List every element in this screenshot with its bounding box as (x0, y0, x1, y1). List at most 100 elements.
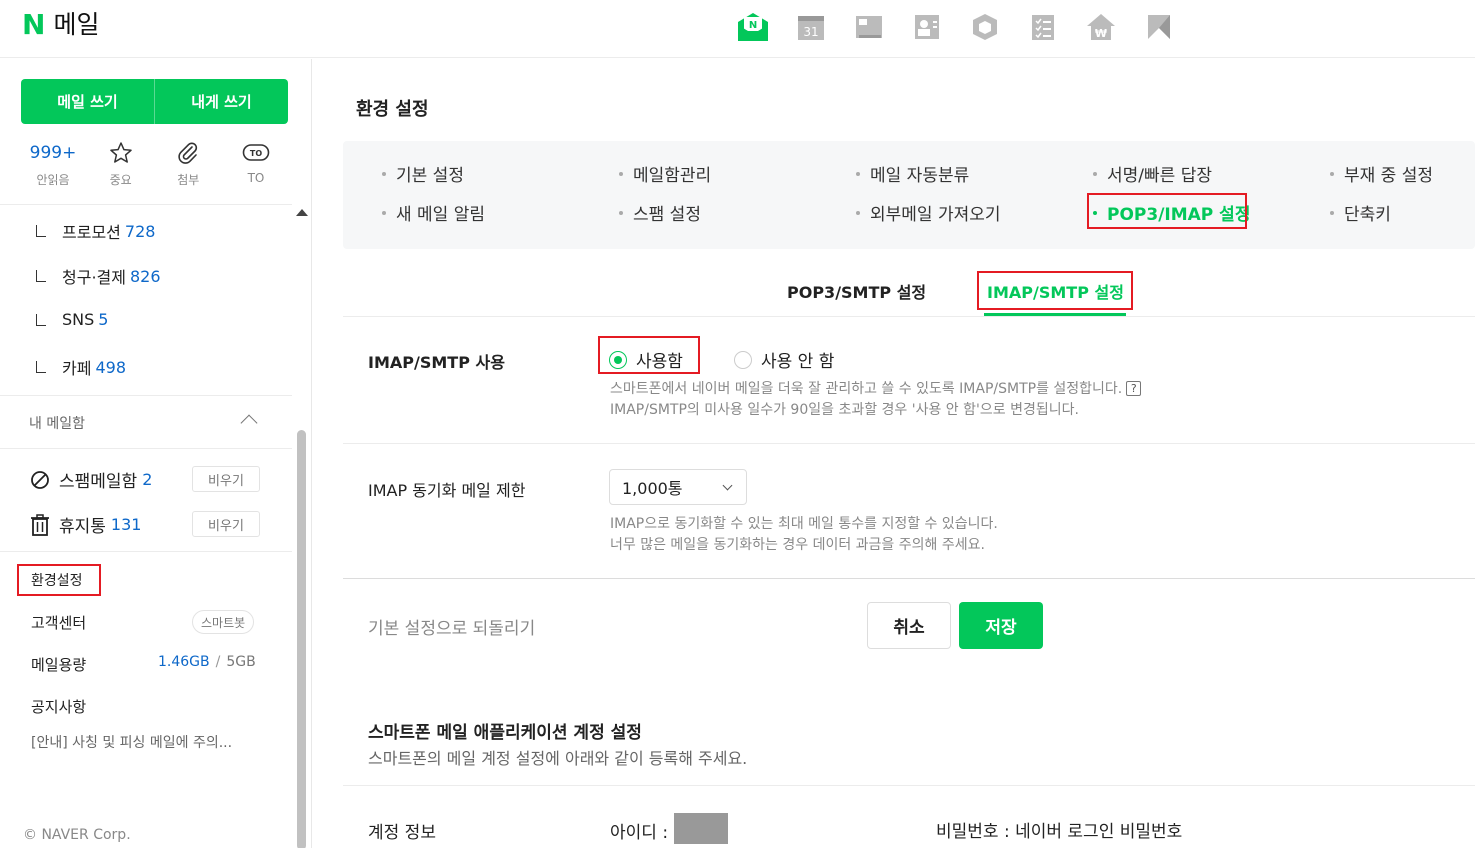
tab-label: 기본 설정 (396, 166, 464, 186)
tab-label: 새 메일 알림 (396, 205, 486, 225)
divider (0, 551, 292, 552)
account-password-info: 비밀번호 : 네이버 로그인 비밀번호 (936, 822, 1183, 842)
quick-filters: 999+ 안읽음 중요 첨부 TO TO (21, 139, 288, 188)
empty-trash-button[interactable]: 비우기 (192, 511, 260, 537)
my-mailbox-header[interactable]: 내 메일함 (29, 413, 85, 433)
tab-signature-reply[interactable]: 서명/빠른 답장 (1093, 161, 1212, 186)
tab-mailbox-management[interactable]: 메일함관리 (619, 161, 711, 186)
empty-spam-button[interactable]: 비우기 (192, 466, 260, 492)
unread-count: 999+ (29, 143, 77, 163)
tab-label: 외부메일 가져오기 (870, 205, 1001, 225)
to-label: TO (247, 171, 265, 185)
chevron-down-icon (722, 480, 733, 491)
unread-filter[interactable]: 999+ 안읽음 (21, 139, 85, 188)
svg-text:₩: ₩ (1095, 27, 1107, 40)
folder-count: 5 (98, 310, 109, 329)
settings-link[interactable]: 환경설정 (31, 570, 83, 590)
to-me-filter[interactable]: TO TO (224, 139, 288, 188)
tab-spam-settings[interactable]: 스팸 설정 (619, 200, 701, 225)
save-button[interactable]: 저장 (959, 602, 1043, 649)
support-link[interactable]: 고객센터 (31, 612, 86, 633)
radio-circle (734, 350, 752, 369)
spam-count: 2 (142, 470, 153, 489)
imap-help-line2: IMAP/SMTP의 미사용 일수가 90일을 초과할 경우 '사용 안 함'으… (610, 402, 1079, 418)
cancel-button[interactable]: 취소 (867, 602, 951, 649)
storage-separator: / (215, 654, 221, 670)
tab-pop3-smtp[interactable]: POP3/SMTP 설정 (787, 279, 926, 303)
app-switcher: N 31 ₩ (736, 10, 1200, 44)
calendar-day: 31 (803, 25, 818, 39)
tab-basic-settings[interactable]: 기본 설정 (382, 161, 464, 186)
folder-count: 826 (129, 266, 161, 286)
tab-new-mail-alert[interactable]: 새 메일 알림 (382, 200, 485, 225)
divider (0, 204, 292, 205)
radio-label: 사용 안 함 (761, 352, 835, 372)
folder-count: 728 (124, 221, 156, 241)
star-icon (109, 142, 132, 163)
tab-shortcuts[interactable]: 단축키 (1330, 200, 1391, 225)
imap-disable-radio[interactable]: 사용 안 함 (734, 347, 834, 372)
folder-cafe[interactable]: 카페 498 (36, 355, 126, 379)
bullet (1330, 210, 1334, 215)
account-id: 아이디 : (610, 813, 729, 844)
note-icon[interactable] (852, 10, 886, 44)
chevron-up-icon[interactable] (240, 414, 258, 432)
bullet (619, 210, 623, 215)
notice-link[interactable]: 공지사항 (31, 696, 86, 717)
mybox-icon[interactable] (968, 10, 1002, 44)
tab-label: 메일함관리 (633, 166, 712, 186)
bullet (856, 210, 860, 215)
divider (0, 448, 292, 449)
notice-headline[interactable]: [안내] 사칭 및 피싱 메일에 주의... (31, 732, 232, 752)
trash-count: 131 (110, 515, 142, 534)
tab-away-settings[interactable]: 부재 중 설정 (1330, 161, 1433, 186)
tab-auto-sort[interactable]: 메일 자동분류 (856, 161, 969, 186)
scroll-up-arrow-icon[interactable] (296, 209, 308, 216)
mail-icon[interactable]: N (736, 10, 770, 44)
sidebar-scrollbar[interactable] (296, 209, 308, 848)
divider (343, 785, 1475, 786)
important-label: 중요 (109, 173, 132, 187)
folder-promotion[interactable]: 프로모션 728 (36, 219, 155, 243)
masked-id (674, 813, 729, 844)
tab-label: 메일 자동분류 (870, 166, 970, 186)
compose-group: 메일 쓰기 내게 쓰기 (21, 79, 288, 124)
attachment-label: 첨부 (177, 173, 200, 187)
bullet (856, 171, 860, 176)
storage-total: 5GB (226, 654, 256, 670)
help-icon[interactable]: ? (1126, 381, 1142, 396)
household-icon[interactable]: ₩ (1084, 10, 1118, 44)
spam-mailbox[interactable]: 스팸메일함 2 (30, 467, 152, 492)
bullet (1330, 171, 1334, 176)
naver-mail-logo[interactable]: N 메일 (22, 10, 99, 40)
calendar-icon[interactable]: 31 (794, 10, 828, 44)
divider (343, 316, 1475, 317)
top-header: N 메일 N 31 ₩ (0, 0, 1475, 58)
attachment-filter[interactable]: 첨부 (156, 139, 220, 188)
sync-help-line1: IMAP으로 동기화할 수 있는 최대 메일 통수를 지정할 수 있습니다. (610, 516, 998, 532)
settings-main: 환경 설정 기본 설정 메일함관리 메일 자동분류 서명/빠른 답장 부재 중 … (313, 59, 1475, 848)
block-icon (31, 470, 49, 489)
storage-used: 1.46GB (158, 654, 210, 670)
pop3-imap-highlight (1087, 193, 1247, 229)
reset-to-default-link[interactable]: 기본 설정으로 되돌리기 (368, 614, 535, 639)
folder-billing[interactable]: 청구·결제 826 (36, 264, 161, 288)
subfolder-indicator (36, 225, 46, 237)
important-filter[interactable]: 중요 (89, 139, 153, 188)
scroll-thumb[interactable] (297, 430, 306, 848)
trash-mailbox[interactable]: 휴지통 131 (30, 512, 141, 537)
contacts-icon[interactable] (910, 10, 944, 44)
folder-sns[interactable]: SNS 5 (36, 310, 108, 329)
imap-use-label: IMAP/SMTP 사용 (368, 353, 505, 372)
todo-icon[interactable] (1026, 10, 1060, 44)
sync-limit-select[interactable]: 1,000통 (609, 469, 747, 505)
folder-name: 청구·결제 (62, 268, 126, 287)
office-icon[interactable] (1142, 10, 1176, 44)
imap-enable-radio[interactable]: 사용함 (609, 347, 683, 372)
smartbot-button[interactable]: 스마트봇 (192, 610, 255, 634)
tab-external-mail[interactable]: 외부메일 가져오기 (856, 200, 1001, 225)
write-mail-button[interactable]: 메일 쓰기 (21, 79, 154, 124)
write-to-self-button[interactable]: 내게 쓰기 (154, 79, 288, 124)
subfolder-indicator (36, 270, 46, 282)
copyright: © NAVER Corp. (23, 827, 131, 843)
